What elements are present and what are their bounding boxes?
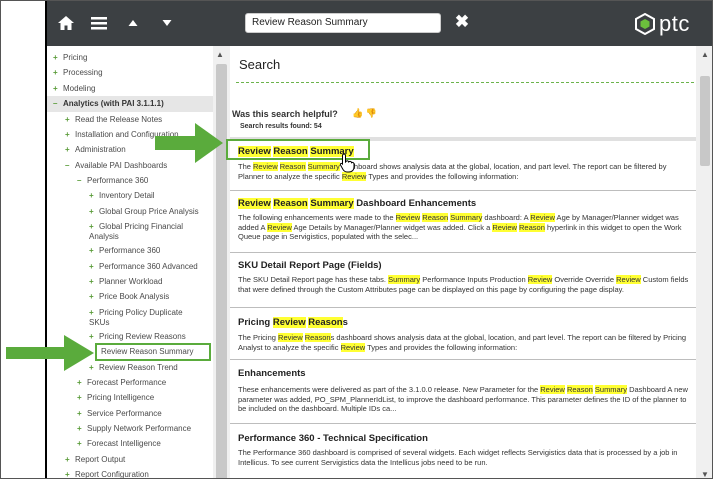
results-count: Search results found: 54 (240, 123, 322, 130)
sidebar-item-planner-workload[interactable]: + Planner Workload (89, 277, 162, 287)
feedback-icons: 👍 👎 (352, 108, 377, 119)
arrow-up-icon[interactable] (120, 11, 146, 35)
result-snippet: The following enhancements were made to … (238, 213, 682, 241)
result-snippet: The Performance 360 dashboard is compris… (238, 448, 678, 467)
sidebar-item-available-dashboards[interactable]: – Available PAI Dashboards (65, 161, 167, 171)
sidebar-item-inventory-detail[interactable]: + Inventory Detail (89, 191, 155, 201)
result-title[interactable]: Enhancements (238, 368, 306, 379)
sidebar-item-release-notes[interactable]: + Read the Release Notes (65, 115, 162, 125)
home-icon[interactable] (53, 11, 79, 35)
sidebar-toc: + Pricing + Processing + Modeling – Analytic… (47, 46, 230, 478)
sidebar-item-review-reason-summary[interactable]: Review Reason Summary (95, 343, 211, 361)
result-snippet: The Pricing Review Reasons dashboard sho… (238, 333, 687, 352)
result-title[interactable]: Performance 360 - Technical Specificatio… (238, 433, 428, 444)
search-results-pane: Search Was this search helpful? 👍 👎 Sear… (230, 46, 696, 478)
sidebar-item-report-output[interactable]: + Report Output (65, 455, 125, 465)
result-item[interactable]: Pricing Review Reasons The Pricing Revie… (230, 308, 696, 360)
result-snippet: The SKU Detail Report page has these tab… (238, 275, 689, 294)
sidebar-item-performance-360[interactable]: + Performance 360 (89, 246, 160, 256)
sidebar-item-price-book-analysis[interactable]: + Price Book Analysis (89, 292, 169, 302)
sidebar-item-pricing-intelligence[interactable]: + Pricing Intelligence (77, 393, 154, 403)
ptc-logo: ptc (635, 10, 690, 38)
scroll-up-icon[interactable]: ▲ (701, 50, 709, 59)
content-scroll-thumb[interactable] (700, 76, 710, 166)
pointer-hand-icon (339, 153, 355, 173)
clear-search-icon[interactable]: ✖ (453, 12, 471, 32)
scroll-up-icon[interactable]: ▲ (216, 50, 224, 59)
arrow-down-icon[interactable] (154, 11, 180, 35)
helpful-question: Was this search helpful? (232, 109, 338, 119)
sidebar-item-forecast-performance[interactable]: + Forecast Performance (77, 378, 166, 388)
page-title: Search (239, 57, 281, 72)
left-margin (1, 1, 47, 478)
result-snippet: The Review Reason Summary dashboard show… (238, 162, 667, 181)
sidebar-item-forecast-intelligence[interactable]: + Forecast Intelligence (77, 439, 161, 449)
ptc-logo-icon (635, 13, 655, 35)
sidebar-item-pricing-review-reasons[interactable]: + Pricing Review Reasons (89, 332, 186, 342)
logo-text: ptc (659, 11, 690, 36)
result-item[interactable]: Review Reason Summary Dashboard Enhancem… (230, 191, 696, 253)
result-title[interactable]: SKU Detail Report Page (Fields) (238, 260, 382, 271)
divider (236, 82, 694, 83)
result-snippet: These enhancements were delivered as par… (238, 385, 688, 413)
sidebar-item-performance-360-advanced[interactable]: + Performance 360 Advanced (89, 262, 198, 272)
hamburger-menu-icon[interactable] (86, 11, 112, 35)
annotation-arrow-icon (155, 123, 223, 163)
thumbs-up-icon[interactable]: 👍 (352, 108, 363, 118)
sidebar-item-global-pricing-financial[interactable]: + Global Pricing Financial Analysis (89, 222, 209, 242)
sidebar-item-report-configuration[interactable]: + Report Configuration (65, 470, 149, 478)
sidebar-item-pricing[interactable]: + Pricing (53, 53, 87, 63)
sidebar-item-analytics[interactable]: – Analytics (with PAI 3.1.1.1) (47, 96, 215, 112)
content-scrollbar[interactable]: ▲ ▼ (696, 46, 712, 478)
result-item[interactable]: Performance 360 - Technical Specificatio… (230, 424, 696, 478)
result-title[interactable]: Pricing Review Reasons (238, 317, 348, 328)
scroll-down-icon[interactable]: ▼ (701, 470, 709, 478)
sidebar-item-administration[interactable]: + Administration (65, 145, 126, 155)
result-item[interactable]: SKU Detail Report Page (Fields) The SKU … (230, 253, 696, 308)
sidebar-item-pricing-policy-duplicate[interactable]: + Pricing Policy Duplicate SKUs (89, 308, 204, 328)
search-input[interactable]: Review Reason Summary (245, 13, 441, 33)
sidebar-scrollbar[interactable]: ▲ (213, 46, 230, 478)
thumbs-down-icon[interactable]: 👎 (366, 108, 377, 118)
result-item[interactable]: Enhancements These enhancements were del… (230, 360, 696, 424)
sidebar-item-modeling[interactable]: + Modeling (53, 84, 95, 94)
sidebar-item-service-performance[interactable]: + Service Performance (77, 409, 162, 419)
sidebar-item-performance-360-group[interactable]: – Performance 360 (77, 176, 148, 186)
result-title[interactable]: Review Reason Summary Dashboard Enhancem… (238, 198, 476, 209)
sidebar-item-review-reason-trend[interactable]: + Review Reason Trend (89, 363, 178, 373)
sidebar-item-supply-network[interactable]: + Supply Network Performance (77, 424, 191, 434)
sidebar-item-processing[interactable]: + Processing (53, 68, 103, 78)
annotation-arrow-icon (6, 335, 94, 371)
app-window: Review Reason Summary ✖ ptc + Pricing + Pr… (0, 0, 713, 479)
sidebar-item-global-group-price[interactable]: + Global Group Price Analysis (89, 207, 199, 217)
